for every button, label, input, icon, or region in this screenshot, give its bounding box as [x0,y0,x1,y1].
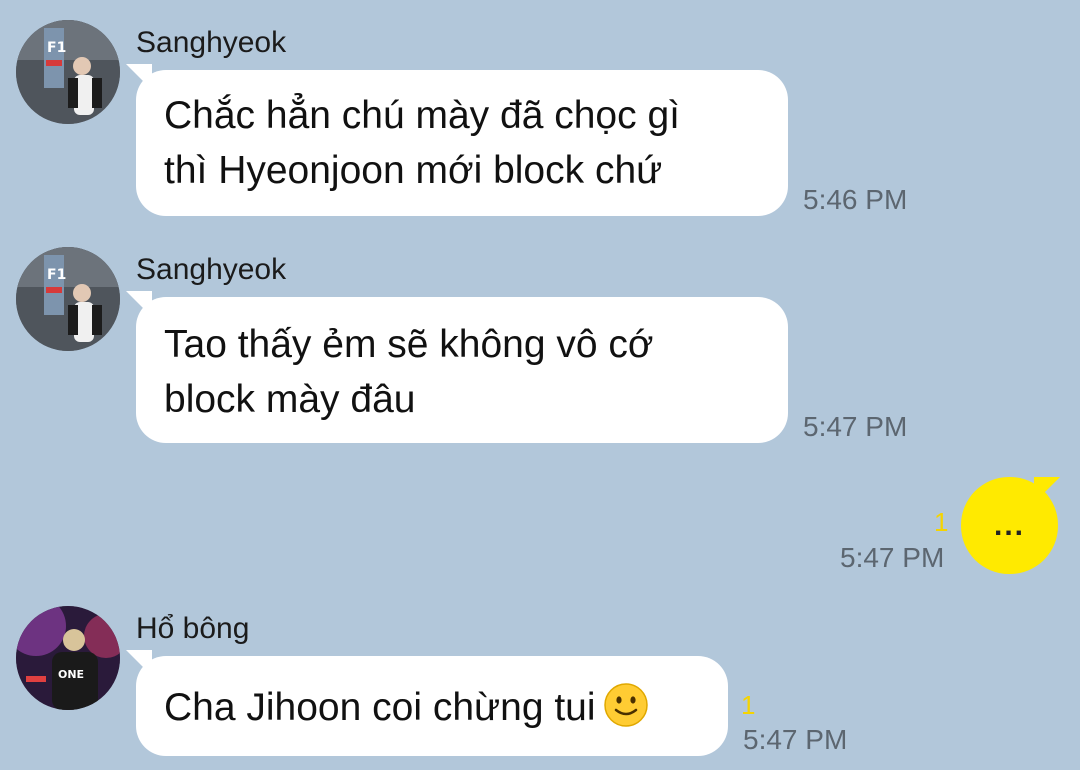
bubble-tail [126,650,152,676]
bubble-tail [126,64,152,90]
message-bubble[interactable]: Cha Jihoon coi chừng tui [126,650,728,756]
unread-count: 1 [741,690,756,720]
slightly-smiling-face-icon [603,683,648,727]
message-timestamp: 5:47 PM [803,411,908,442]
message-bubble[interactable]: Chắc hẳn chú mày đã chọc gì thì Hyeonjoo… [126,64,788,216]
message-timestamp: 5:47 PM [840,542,945,573]
message-text-line: Cha Jihoon coi chừng tui [164,680,700,735]
bubble-tail [126,291,152,317]
outgoing-message-bubble[interactable]: ... [961,477,1060,574]
svg-text:F1: F1 [47,40,66,56]
sanghyeok-avatar-image: F1 [16,247,120,351]
unread-count: 1 [934,507,949,537]
message-timestamp: 5:46 PM [803,184,908,215]
sanghyeok-avatar-image: F1 [16,20,120,124]
sender-name: Sanghyeok [136,253,287,286]
message-text: ... [993,508,1025,542]
svg-text:ONE: ONE [58,668,84,681]
svg-text:F1: F1 [47,267,66,283]
bubble-tail [1034,477,1060,503]
sender-avatar[interactable]: ONE [16,606,120,710]
sender-name: Hổ bông [136,612,250,645]
message-text-line: Chắc hẳn chú mày đã chọc gì [164,94,680,137]
sender-avatar[interactable]: F1 [16,247,120,351]
message-text: Cha Jihoon coi chừng tui [164,686,596,729]
message-text-line: Tao thấy ẻm sẽ không vô cớ [164,323,654,366]
message-text-line: thì Hyeonjoon mới block chứ [164,149,663,192]
message-text-line: block mày đâu [164,378,416,421]
message-timestamp: 5:47 PM [743,724,848,755]
message-bubble[interactable]: Tao thấy ẻm sẽ không vô cớ block mày đâu [126,291,788,443]
sender-name: Sanghyeok [136,26,287,59]
sender-avatar[interactable]: F1 [16,20,120,124]
ho-bong-avatar-image: ONE [16,606,120,710]
